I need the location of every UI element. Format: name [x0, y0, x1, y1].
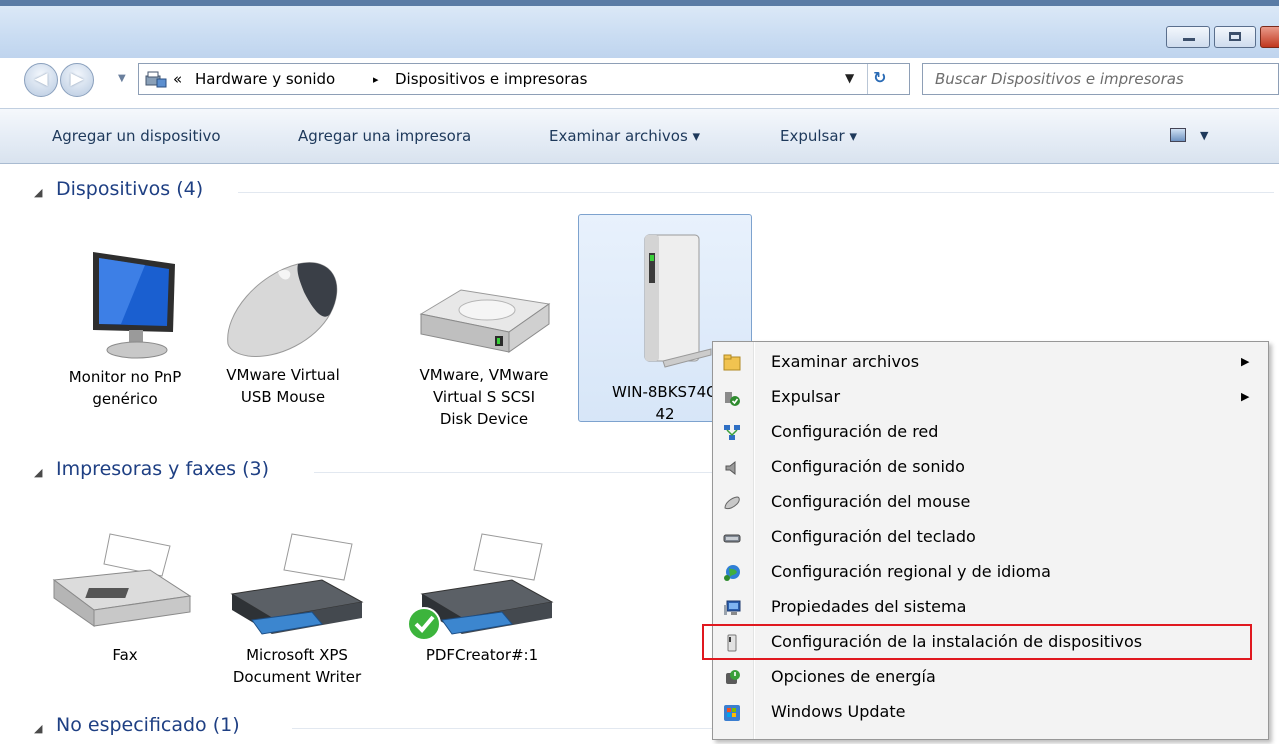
menu-item-label: Configuración del mouse [771, 492, 971, 511]
menu-item-power-options[interactable]: Opciones de energía [713, 661, 1268, 696]
menu-item-mouse-config[interactable]: Configuración del mouse [713, 486, 1268, 521]
group-header-devices[interactable]: ◢ Dispositivos (4) [34, 178, 1274, 208]
view-dropdown-icon[interactable]: ▼ [1200, 129, 1208, 142]
printer-label: Document Writer [232, 668, 362, 686]
menu-item-label: Configuración del teclado [771, 527, 976, 546]
menu-item-windows-update[interactable]: Windows Update [713, 696, 1268, 731]
device-label: Virtual S SCSI [432, 388, 535, 406]
menu-item-label: Configuración de red [771, 422, 939, 441]
context-menu: Examinar archivos ▶ Expulsar ▶ Configura… [712, 341, 1269, 740]
menu-item-regional-config[interactable]: Configuración regional y de idioma [713, 556, 1268, 591]
group-divider [238, 192, 1274, 193]
menu-item-label: Configuración de sonido [771, 457, 965, 476]
address-divider [867, 64, 868, 94]
speaker-icon [725, 460, 736, 476]
computer-tower-icon [644, 234, 712, 368]
mouse-icon [724, 496, 740, 510]
printer-fax[interactable]: Fax [50, 530, 200, 666]
browse-files-button[interactable]: Examinar archivos ▾ [549, 127, 700, 145]
printer-label: Fax [112, 646, 138, 664]
group-title-unspecified: No especificado (1) [56, 714, 240, 736]
add-device-button[interactable]: Agregar un dispositivo [52, 127, 221, 145]
menu-item-network-config[interactable]: Configuración de red [713, 416, 1268, 451]
collapse-triangle-icon: ◢ [34, 466, 43, 479]
address-bar[interactable]: « Hardware y sonido ▸ Dispositivos e imp… [138, 63, 910, 95]
menu-item-sound-config[interactable]: Configuración de sonido [713, 451, 1268, 486]
search-placeholder: Buscar Dispositivos e impresoras [935, 70, 1184, 88]
hard-disk-icon [419, 289, 551, 353]
minimize-button[interactable] [1166, 26, 1210, 48]
menu-item-system-properties[interactable]: Propiedades del sistema [713, 591, 1268, 626]
printer-icon [230, 533, 364, 635]
submenu-arrow-icon: ▶ [1241, 355, 1250, 368]
group-title-printers: Impresoras y faxes (3) [56, 458, 269, 480]
back-arrow-icon: ◀ [34, 69, 48, 89]
menu-item-browse-files[interactable]: Examinar archivos ▶ [713, 346, 1268, 381]
menu-item-label: Propiedades del sistema [771, 597, 967, 616]
menu-item-label: Opciones de energía [771, 667, 936, 686]
device-label: USB Mouse [240, 388, 326, 406]
search-box[interactable]: Buscar Dispositivos e impresoras [922, 63, 1279, 95]
device-label: Monitor no PnP [68, 368, 182, 386]
close-button[interactable] [1260, 26, 1279, 48]
printer-pdfcreator[interactable]: PDFCreator#:1 [402, 530, 562, 666]
submenu-arrow-icon: ▶ [1241, 390, 1250, 403]
title-bar [0, 0, 1279, 58]
menu-item-keyboard-config[interactable]: Configuración del teclado [713, 521, 1268, 556]
printer-label: Microsoft XPS [246, 646, 348, 664]
folder-icon [723, 354, 741, 371]
menu-item-eject[interactable]: Expulsar ▶ [713, 381, 1268, 416]
device-label: VMware Virtual [226, 366, 340, 384]
device-scsi-disk[interactable]: VMware, VMware Virtual S SCSI Disk Devic… [398, 244, 570, 430]
computer-icon [724, 600, 741, 615]
breadcrumb-separator-icon[interactable]: ▸ [373, 73, 379, 86]
printer-label: PDFCreator#:1 [425, 646, 539, 664]
group-header-printers[interactable]: ◢ Impresoras y faxes (3) [34, 458, 734, 488]
fax-icon [52, 533, 192, 627]
group-title-devices: Dispositivos (4) [56, 178, 204, 200]
command-bar: Agregar un dispositivo Agregar una impre… [0, 108, 1279, 164]
collapse-triangle-icon: ◢ [34, 722, 43, 735]
globe-icon [724, 565, 740, 581]
network-icon [724, 425, 740, 440]
maximize-button[interactable] [1214, 26, 1256, 48]
monitor-icon [93, 252, 175, 359]
highlight-annotation [702, 624, 1252, 660]
menu-item-label: Expulsar [771, 387, 841, 406]
forward-button[interactable]: ▶ [60, 63, 94, 97]
windows-update-icon [724, 705, 740, 721]
keyboard-icon [723, 534, 741, 543]
printer-xps-writer[interactable]: Microsoft XPS Document Writer [222, 530, 372, 688]
change-view-icon[interactable] [1170, 128, 1186, 142]
mouse-icon [227, 262, 338, 358]
device-label: genérico [92, 390, 158, 408]
back-button[interactable]: ◀ [24, 63, 58, 97]
collapse-triangle-icon: ◢ [34, 186, 43, 199]
breadcrumb-hardware-sound[interactable]: Hardware y sonido [195, 70, 335, 88]
minimize-icon [1183, 38, 1195, 41]
device-usb-mouse[interactable]: VMware Virtual USB Mouse [208, 244, 358, 408]
forward-arrow-icon: ▶ [70, 69, 84, 89]
devices-printers-icon [145, 71, 167, 88]
power-icon [726, 670, 740, 684]
eject-button[interactable]: Expulsar ▾ [780, 127, 857, 145]
maximize-icon [1229, 32, 1241, 41]
group-divider [314, 472, 734, 473]
printer-icon [407, 533, 554, 640]
menu-item-label: Windows Update [771, 702, 906, 721]
recent-pages-dropdown[interactable]: ▼ [118, 73, 126, 84]
breadcrumb-overflow[interactable]: « [173, 70, 182, 88]
device-label: Disk Device [439, 410, 529, 428]
menu-item-label: Examinar archivos [771, 352, 920, 371]
breadcrumb-devices-printers[interactable]: Dispositivos e impresoras [395, 70, 587, 88]
refresh-icon[interactable]: ↻ [873, 68, 886, 87]
add-printer-button[interactable]: Agregar una impresora [298, 127, 471, 145]
eject-icon [725, 392, 740, 406]
address-dropdown-icon[interactable]: ▼ [845, 71, 854, 85]
device-monitor[interactable]: Monitor no PnP genérico [50, 244, 200, 410]
group-divider [292, 728, 732, 729]
menu-item-label: Configuración regional y de idioma [771, 562, 1051, 581]
device-label: VMware, VMware [419, 366, 549, 384]
